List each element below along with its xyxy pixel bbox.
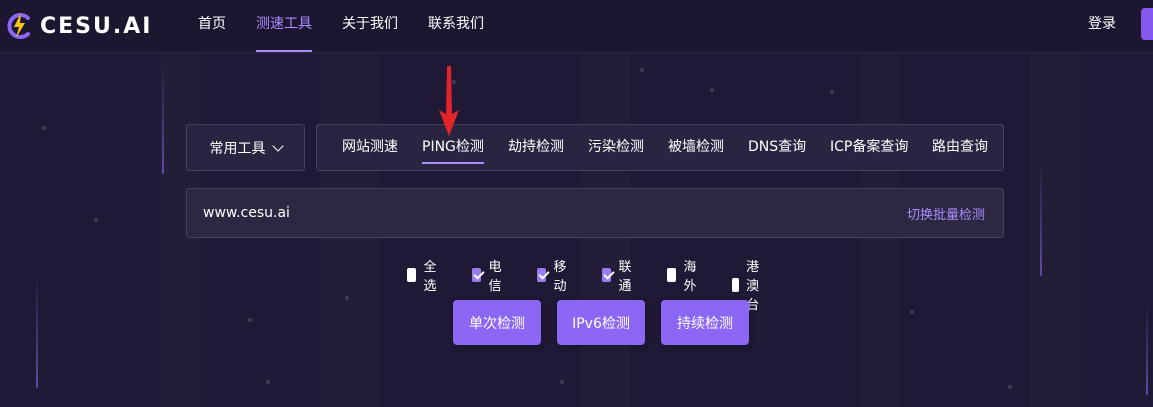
checkbox-label: 港澳台: [746, 260, 760, 313]
checkbox-unicom[interactable]: 联通: [602, 256, 636, 294]
nav-home[interactable]: 首页: [183, 0, 241, 52]
tab-hijack[interactable]: 劫持检测: [508, 125, 564, 170]
checkbox-label: 全选: [423, 260, 437, 294]
checkbox-label: 联通: [618, 260, 632, 294]
checkbox-box[interactable]: [472, 268, 482, 282]
checkbox-box[interactable]: [732, 277, 740, 292]
checkbox-telecom[interactable]: 电信: [472, 256, 506, 294]
logo-bolt-icon: [7, 13, 30, 39]
single-test-button[interactable]: 单次检测: [453, 300, 541, 345]
checkbox-label: 电信: [488, 260, 502, 294]
register-button[interactable]: [1141, 8, 1153, 40]
tab-route[interactable]: 路由查询: [932, 125, 988, 170]
checkbox-label: 海外: [683, 260, 697, 294]
red-arrow-annotation: [439, 66, 459, 136]
logo[interactable]: CESU.AI: [4, 8, 164, 44]
checkbox-select-all[interactable]: 全选: [407, 256, 441, 294]
tab-pollution[interactable]: 污染检测: [588, 125, 644, 170]
dropdown-label: 常用工具: [209, 140, 266, 157]
main-nav: 首页 测速工具 关于我们 联系我们: [183, 0, 499, 52]
checkbox-label: 移动: [553, 260, 567, 294]
ipv6-test-button[interactable]: IPv6检测: [557, 300, 645, 345]
checkbox-box[interactable]: [537, 268, 547, 282]
top-nav-bar: CESU.AI 首页 测速工具 关于我们 联系我们 登录: [0, 0, 1153, 53]
checkbox-overseas[interactable]: 海外: [667, 256, 701, 294]
nav-contact[interactable]: 联系我们: [413, 0, 499, 52]
tab-website-speed[interactable]: 网站测速: [342, 125, 398, 170]
logo-text: CESU.AI: [40, 13, 153, 39]
tab-icp[interactable]: ICP备案查询: [830, 125, 908, 170]
checkbox-mobile[interactable]: 移动: [537, 256, 571, 294]
common-tools-dropdown[interactable]: 常用工具: [186, 124, 305, 171]
nav-speed-tools[interactable]: 测速工具: [241, 0, 327, 52]
login-link[interactable]: 登录: [1088, 0, 1116, 48]
nav-about[interactable]: 关于我们: [327, 0, 413, 52]
chevron-down-icon: [271, 139, 284, 152]
switch-batch-link[interactable]: 切换批量检测: [907, 204, 985, 223]
url-input-box: 切换批量检测: [186, 188, 1004, 238]
checkbox-box[interactable]: [602, 268, 612, 282]
tool-tabs: 网站测速 PING检测 劫持检测 污染检测 被墙检测 DNS查询 ICP备案查询…: [316, 124, 1004, 171]
tab-dns[interactable]: DNS查询: [748, 125, 806, 170]
tab-blocked[interactable]: 被墙检测: [668, 125, 724, 170]
continuous-test-button[interactable]: 持续检测: [661, 300, 749, 345]
checkbox-box[interactable]: [667, 268, 677, 282]
url-input[interactable]: [203, 203, 803, 223]
checkbox-box[interactable]: [407, 268, 417, 282]
